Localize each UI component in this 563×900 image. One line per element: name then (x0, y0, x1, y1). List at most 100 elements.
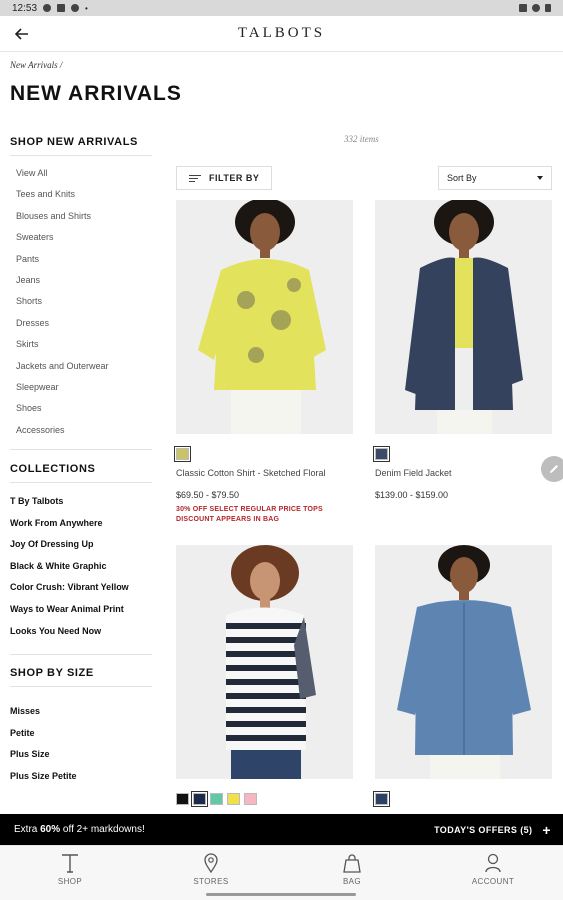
nav-shop[interactable]: SHOP (20, 852, 120, 886)
product-card[interactable] (373, 545, 552, 807)
size-item-plus-size-petite[interactable]: Plus Size Petite (10, 766, 152, 788)
talbots-t-icon (20, 852, 120, 874)
product-name[interactable]: Denim Field Jacket (375, 468, 552, 478)
collection-item-color-crush[interactable]: Color Crush: Vibrant Yellow (10, 577, 152, 599)
sidebar-item-jeans[interactable]: Jeans (10, 270, 152, 291)
nav-label: SHOP (57, 877, 83, 886)
color-swatch[interactable] (191, 791, 208, 807)
promo-text: Extra 60% off 2+ markdowns! (14, 824, 145, 835)
sidebar-item-tees-and-knits[interactable]: Tees and Knits (10, 184, 152, 205)
collection-item-joy-of-dressing-up[interactable]: Joy Of Dressing Up (10, 534, 152, 556)
color-swatch[interactable] (174, 446, 191, 462)
model-figure (226, 545, 316, 779)
offers-label: TODAY'S OFFERS (5) (434, 824, 533, 835)
status-time: 12:53 (12, 2, 38, 14)
product-image[interactable] (375, 545, 552, 779)
sidebar-item-shoes[interactable]: Shoes (10, 398, 152, 419)
promo-text-bold: 60% (40, 824, 61, 835)
color-swatches (176, 791, 353, 807)
size-item-misses[interactable]: Misses (10, 701, 152, 723)
location-pin-icon (161, 852, 261, 874)
wifi-icon (532, 4, 540, 12)
collection-item-black-white-graphic[interactable]: Black & White Graphic (10, 556, 152, 578)
sort-dropdown[interactable]: Sort By (438, 166, 552, 190)
sync-icon (71, 4, 80, 12)
color-swatch[interactable] (210, 793, 223, 805)
product-card[interactable] (176, 545, 353, 807)
model-figure (397, 545, 531, 779)
product-image[interactable] (176, 200, 353, 434)
page-title: NEW ARRIVALS (10, 82, 182, 105)
color-swatch[interactable] (176, 793, 189, 805)
collection-item-looks-you-need-now[interactable]: Looks You Need Now (10, 621, 152, 643)
sidebar-item-shorts[interactable]: Shorts (10, 291, 152, 312)
promo-banner[interactable]: Extra 60% off 2+ markdowns! TODAY'S OFFE… (0, 814, 563, 845)
product-card[interactable]: Classic Cotton Shirt - Sketched Floral $… (174, 200, 353, 525)
location-icon (43, 4, 52, 12)
filter-label: FILTER BY (209, 173, 260, 183)
chevron-down-icon (537, 176, 543, 180)
product-promo: 30% OFF SELECT REGULAR PRICE TOPS DISCOU… (176, 505, 353, 525)
breadcrumb[interactable]: New Arrivals / (10, 60, 62, 70)
more-dot-icon: • (85, 3, 88, 13)
collection-item-work-from-anywhere[interactable]: Work From Anywhere (10, 513, 152, 535)
item-count: 332 items (344, 134, 379, 144)
nav-account[interactable]: ACCOUNT (443, 852, 543, 886)
promo-line: 30% OFF SELECT REGULAR PRICE TOPS (176, 506, 323, 513)
product-card[interactable]: Denim Field Jacket $139.00 - $159.00 (373, 200, 552, 500)
color-swatch[interactable] (244, 793, 257, 805)
plus-icon: + (542, 821, 551, 838)
promo-text-post: off 2+ markdowns! (60, 824, 145, 835)
product-name[interactable]: Classic Cotton Shirt - Sketched Floral (176, 468, 353, 478)
promo-line: DISCOUNT APPEARS IN BAG (176, 516, 280, 523)
size-item-plus-size[interactable]: Plus Size (10, 744, 152, 766)
color-swatch[interactable] (373, 446, 390, 462)
nav-label: ACCOUNT (471, 877, 515, 886)
sidebar-item-blouses-and-shirts[interactable]: Blouses and Shirts (10, 206, 152, 227)
filter-button[interactable]: FILTER BY (176, 166, 272, 190)
shopping-bag-icon (302, 852, 402, 874)
sort-label: Sort By (447, 173, 477, 183)
app-header: TALBOTS (0, 16, 563, 52)
sidebar-item-sleepwear[interactable]: Sleepwear (10, 377, 152, 398)
category-sidebar: SHOP NEW ARRIVALS View All Tees and Knit… (10, 130, 152, 788)
collection-item-animal-print[interactable]: Ways to Wear Animal Print (10, 599, 152, 621)
product-image[interactable] (375, 200, 552, 434)
sidebar-item-jackets-and-outerwear[interactable]: Jackets and Outerwear (10, 356, 152, 377)
collections-heading: COLLECTIONS (10, 457, 152, 484)
back-button[interactable] (10, 22, 34, 46)
todays-offers-button[interactable]: TODAY'S OFFERS (5) + (434, 822, 551, 838)
sidebar-item-accessories[interactable]: Accessories (10, 420, 152, 441)
size-item-petite[interactable]: Petite (10, 723, 152, 745)
color-swatches (373, 446, 552, 462)
shop-by-size-heading: SHOP BY SIZE (10, 661, 152, 688)
divider (10, 654, 152, 656)
sidebar-item-sweaters[interactable]: Sweaters (10, 227, 152, 248)
home-indicator[interactable] (206, 893, 356, 896)
talbots-logo[interactable]: TALBOTS (238, 25, 325, 42)
nav-bag[interactable]: BAG (302, 852, 402, 886)
stripes (226, 623, 306, 741)
color-swatch[interactable] (373, 791, 390, 807)
nav-stores[interactable]: STORES (161, 852, 261, 886)
color-swatch[interactable] (227, 793, 240, 805)
promo-text-pre: Extra (14, 824, 41, 835)
edit-button[interactable] (541, 456, 563, 482)
size-list: Misses Petite Plus Size Plus Size Petite (10, 701, 152, 787)
sidebar-item-dresses[interactable]: Dresses (10, 313, 152, 334)
pencil-icon (550, 465, 558, 473)
product-price: $69.50 - $79.50 (176, 490, 240, 500)
person-icon (443, 852, 543, 874)
bottom-navigation: SHOP STORES BAG ACCOUNT (0, 845, 563, 900)
sidebar-item-pants[interactable]: Pants (10, 249, 152, 270)
gallery-icon (57, 4, 66, 12)
product-image[interactable] (176, 545, 353, 779)
product-price: $139.00 - $159.00 (375, 490, 449, 500)
collection-item-t-by-talbots[interactable]: T By Talbots (10, 491, 152, 513)
battery-icon (545, 4, 551, 12)
sidebar-item-view-all[interactable]: View All (10, 163, 152, 184)
sidebar-item-skirts[interactable]: Skirts (10, 334, 152, 355)
back-arrow-icon (15, 28, 28, 40)
nav-label: BAG (342, 877, 362, 886)
collections-list: T By Talbots Work From Anywhere Joy Of D… (10, 491, 152, 642)
